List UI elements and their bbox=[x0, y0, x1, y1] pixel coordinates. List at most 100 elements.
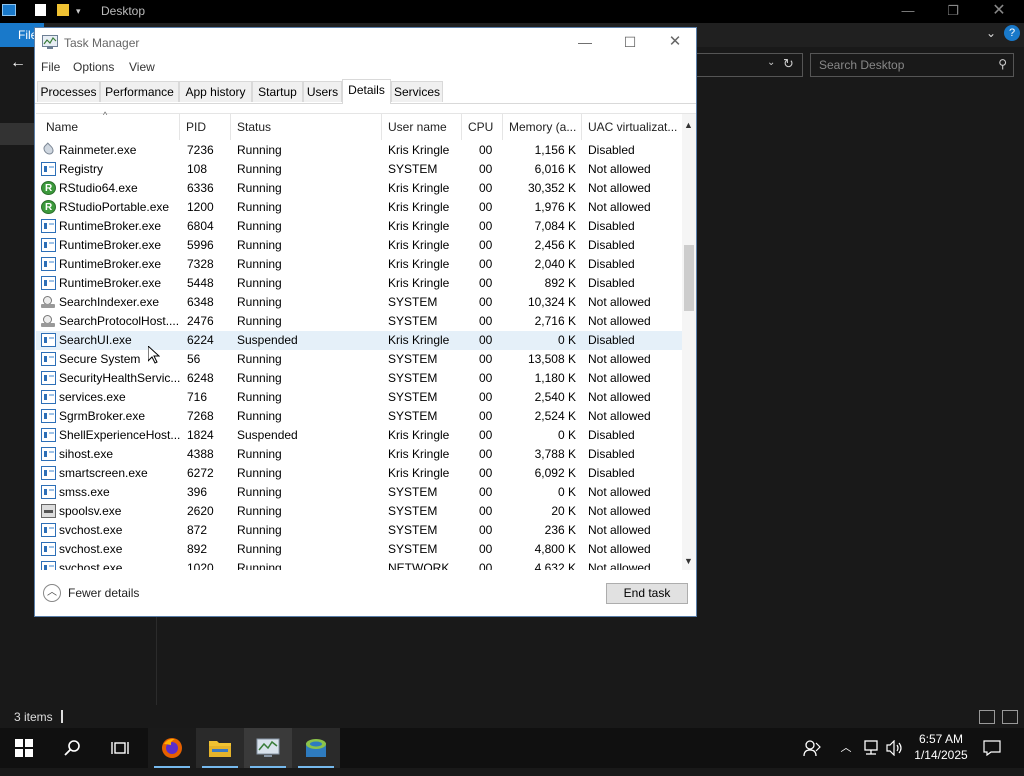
volume-icon[interactable] bbox=[884, 728, 906, 768]
column-pid[interactable]: PID bbox=[180, 114, 231, 140]
system-clock[interactable]: 6:57 AM 1/14/2025 bbox=[913, 731, 969, 763]
cell-cpu: 00 bbox=[479, 561, 493, 570]
table-row[interactable]: RuntimeBroker.exe 6804 Running Kris Kringle… bbox=[36, 217, 682, 236]
start-button[interactable] bbox=[0, 728, 48, 768]
column-user-name[interactable]: User name bbox=[382, 114, 462, 140]
network-icon[interactable] bbox=[861, 728, 881, 768]
cell-name: services.exe bbox=[59, 390, 126, 404]
scrollbar-thumb[interactable] bbox=[684, 245, 694, 311]
address-box[interactable]: ⌄ ↻ bbox=[697, 53, 803, 77]
address-dropdown-icon[interactable]: ⌄ bbox=[767, 57, 775, 68]
process-win-icon bbox=[41, 485, 56, 499]
table-row[interactable]: svchost.exe 872 Running SYSTEM 00 236 K Not al… bbox=[36, 521, 682, 540]
process-printer-icon bbox=[41, 504, 56, 518]
table-row[interactable]: sihost.exe 4388 Running Kris Kringle 00 3,788… bbox=[36, 445, 682, 464]
cell-user: Kris Kringle bbox=[388, 333, 450, 347]
tab-performance[interactable]: Performance bbox=[100, 81, 179, 102]
help-icon[interactable]: ? bbox=[1004, 25, 1020, 41]
process-rs-icon bbox=[41, 198, 56, 217]
table-row[interactable]: svchost.exe 1020 Running NETWORK ... 00 4,632… bbox=[36, 559, 682, 570]
properties-icon[interactable] bbox=[35, 4, 46, 16]
new-folder-icon[interactable] bbox=[57, 4, 69, 16]
menu-file[interactable]: File bbox=[41, 60, 60, 74]
firefox-taskbar-button[interactable] bbox=[148, 728, 196, 768]
ribbon-expand-icon[interactable]: ⌄ bbox=[986, 26, 996, 40]
cell-cpu: 00 bbox=[479, 542, 493, 556]
table-row[interactable]: svchost.exe 892 Running SYSTEM 00 4,800 K Not … bbox=[36, 540, 682, 559]
cell-mem: 4,632 K bbox=[534, 561, 576, 570]
fewer-details-link[interactable]: Fewer details bbox=[68, 586, 139, 600]
tab-details[interactable]: Details bbox=[342, 79, 391, 104]
navigation-pane-selected-item[interactable] bbox=[0, 123, 34, 145]
details-view-icon[interactable] bbox=[979, 710, 995, 724]
cell-pid: 7268 bbox=[187, 409, 214, 423]
table-row[interactable]: SearchProtocolHost.... 2476 Running SYSTEM 0… bbox=[36, 312, 682, 331]
table-row[interactable]: Secure System 56 Running SYSTEM 00 13,508 K No… bbox=[36, 350, 682, 369]
cell-user: Kris Kringle bbox=[388, 466, 450, 480]
explorer-minimize-button[interactable]: — bbox=[885, 0, 931, 23]
table-row[interactable]: SgrmBroker.exe 7268 Running SYSTEM 00 2,524 K… bbox=[36, 407, 682, 426]
explorer-restore-button[interactable]: ❐ bbox=[930, 0, 976, 23]
table-row[interactable]: SearchUI.exe 6224 Suspended Kris Kringle 00 0… bbox=[36, 331, 682, 350]
cell-mem: 10,324 K bbox=[527, 295, 576, 309]
quick-access-dropdown-icon[interactable]: ▾ bbox=[76, 6, 90, 20]
refresh-icon[interactable]: ↻ bbox=[783, 56, 794, 72]
table-row[interactable]: smss.exe 396 Running SYSTEM 00 0 K Not allowed bbox=[36, 483, 682, 502]
cell-name: Secure System bbox=[59, 352, 141, 366]
cell-status: Running bbox=[237, 143, 282, 157]
table-row[interactable]: RStudioPortable.exe 1200 Running Kris Kring… bbox=[36, 198, 682, 217]
table-row[interactable]: RuntimeBroker.exe 5996 Running Kris Kringle… bbox=[36, 236, 682, 255]
close-button[interactable]: ✕ bbox=[652, 28, 698, 56]
tab-users[interactable]: Users bbox=[303, 81, 342, 102]
back-arrow-icon[interactable]: ← bbox=[10, 54, 26, 72]
process-search-icon bbox=[41, 314, 56, 328]
table-row[interactable]: SecurityHealthServic... 6248 Running SYSTEM… bbox=[36, 369, 682, 388]
explorer-close-button[interactable]: ✕ bbox=[976, 0, 1022, 23]
notifications-icon[interactable] bbox=[978, 728, 1006, 768]
search-button[interactable] bbox=[48, 728, 96, 768]
tab-processes[interactable]: Processes bbox=[37, 81, 100, 102]
column-uac-virtualization[interactable]: UAC virtualizat... bbox=[582, 114, 682, 140]
process-win-icon bbox=[41, 162, 56, 176]
table-row[interactable]: spoolsv.exe 2620 Running SYSTEM 00 20 K Not al… bbox=[36, 502, 682, 521]
cell-mem: 7,084 K bbox=[534, 219, 576, 233]
table-row[interactable]: RStudio64.exe 6336 Running Kris Kringle 00 30… bbox=[36, 179, 682, 198]
cell-user: SYSTEM bbox=[388, 162, 438, 176]
table-row[interactable]: RuntimeBroker.exe 5448 Running Kris Kringle… bbox=[36, 274, 682, 293]
tab-services[interactable]: Services bbox=[391, 81, 443, 102]
cell-status: Running bbox=[237, 238, 282, 252]
file-explorer-taskbar-button[interactable] bbox=[196, 728, 244, 768]
cell-uac: Not allowed bbox=[588, 295, 651, 309]
column-memory[interactable]: Memory (a... bbox=[503, 114, 582, 140]
table-row[interactable]: ShellExperienceHost.... 1824 Suspended Kris… bbox=[36, 426, 682, 445]
tab-startup[interactable]: Startup bbox=[252, 81, 303, 102]
large-icons-view-icon[interactable] bbox=[1002, 710, 1018, 724]
tab-app-history[interactable]: App history bbox=[179, 81, 252, 102]
people-icon[interactable] bbox=[801, 728, 823, 768]
rstudio-taskbar-button[interactable] bbox=[292, 728, 340, 768]
process-win-icon bbox=[41, 276, 56, 290]
task-view-button[interactable] bbox=[96, 728, 144, 768]
table-row[interactable]: SearchIndexer.exe 6348 Running SYSTEM 00 10,3… bbox=[36, 293, 682, 312]
chevron-up-icon[interactable]: ︿ bbox=[43, 584, 61, 602]
table-row[interactable]: services.exe 716 Running SYSTEM 00 2,540 K Not… bbox=[36, 388, 682, 407]
column-cpu[interactable]: CPU bbox=[462, 114, 503, 140]
scroll-up-icon[interactable]: ▲ bbox=[684, 120, 693, 130]
menu-view[interactable]: View bbox=[129, 60, 155, 74]
table-row[interactable]: Registry 108 Running SYSTEM 00 6,016 K Not all… bbox=[36, 160, 682, 179]
minimize-button[interactable]: — bbox=[562, 28, 608, 56]
scroll-down-icon[interactable]: ▼ bbox=[684, 556, 693, 566]
table-row[interactable]: RuntimeBroker.exe 7328 Running Kris Kringle… bbox=[36, 255, 682, 274]
menu-options[interactable]: Options bbox=[73, 60, 114, 74]
column-status[interactable]: Status bbox=[231, 114, 382, 140]
end-task-button[interactable]: End task bbox=[606, 583, 688, 604]
table-row[interactable]: Rainmeter.exe 7236 Running Kris Kringle 00 1,… bbox=[36, 141, 682, 160]
cell-uac: Disabled bbox=[588, 238, 635, 252]
explorer-search-box[interactable]: Search Desktop ⚲ bbox=[810, 53, 1014, 77]
table-row[interactable]: smartscreen.exe 6272 Running Kris Kringle 00… bbox=[36, 464, 682, 483]
column-name[interactable]: Name bbox=[40, 114, 180, 140]
maximize-button[interactable]: ☐ bbox=[607, 28, 653, 56]
task-manager-taskbar-button[interactable] bbox=[244, 728, 292, 768]
show-hidden-icons-icon[interactable]: ︿ bbox=[838, 728, 854, 768]
vertical-scrollbar[interactable]: ▲ ▼ bbox=[682, 114, 696, 570]
